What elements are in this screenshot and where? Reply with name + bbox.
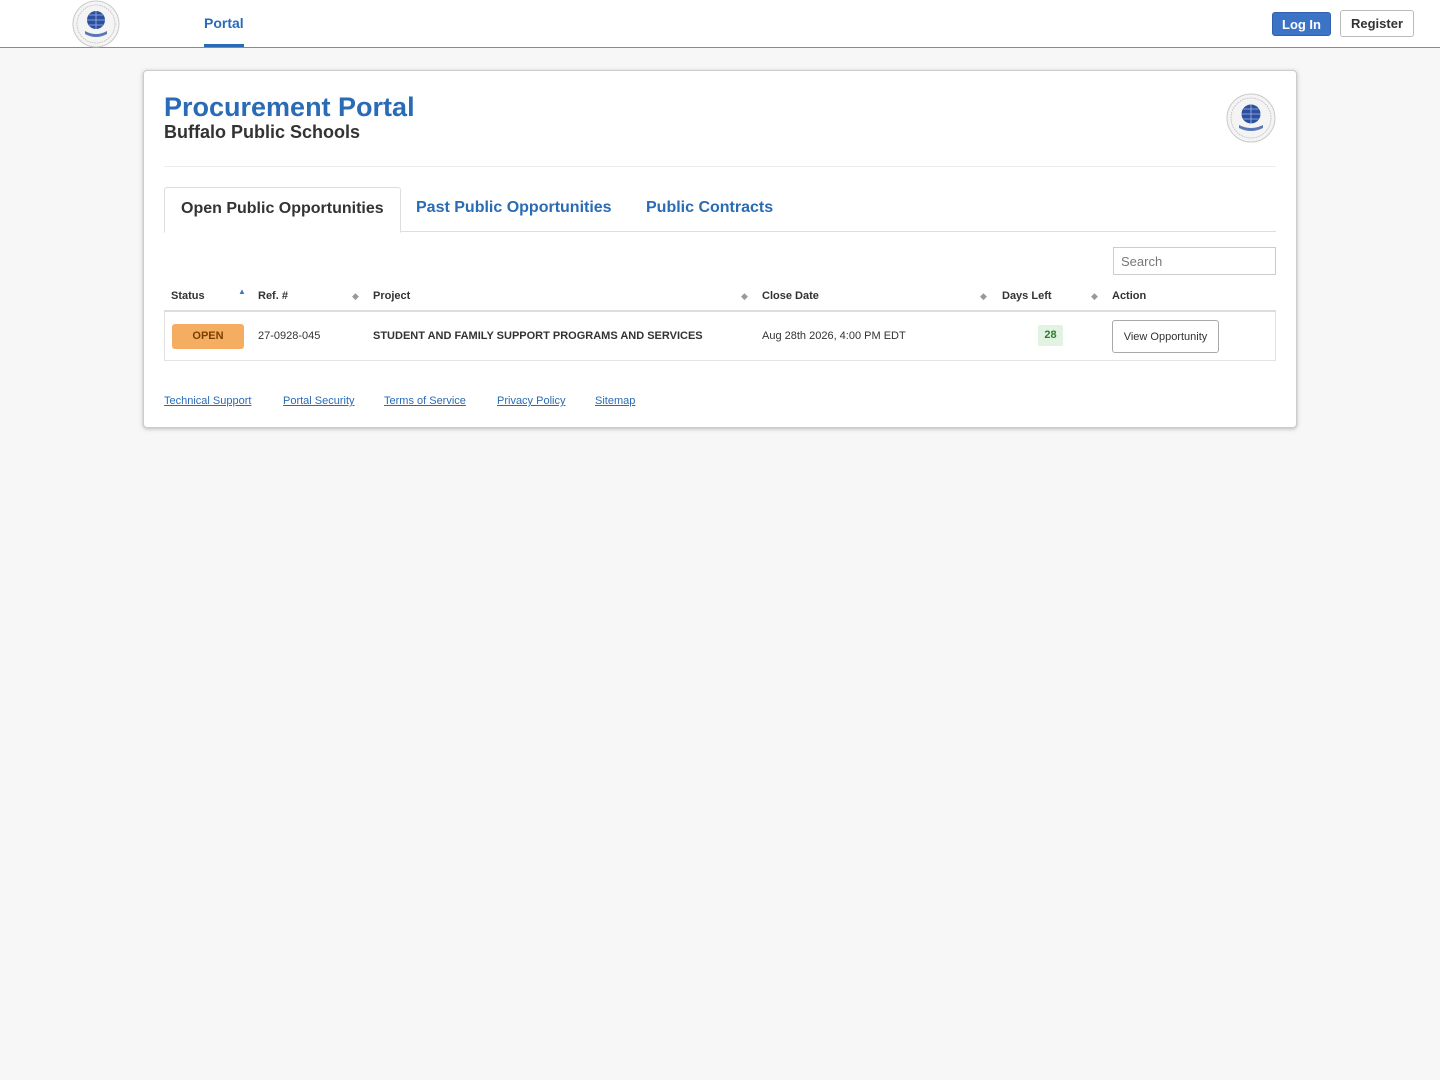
footer-link-terms-of-service[interactable]: Terms of Service [384, 395, 466, 407]
tab-past-public-opportunities[interactable]: Past Public Opportunities [400, 187, 628, 232]
footer-link-sitemap[interactable]: Sitemap [595, 395, 635, 407]
column-header-action: Action [1112, 290, 1147, 302]
tab-open-public-opportunities[interactable]: Open Public Opportunities [164, 187, 401, 233]
portal-card: Procurement Portal Buffalo Public School… [143, 70, 1297, 428]
header-divider [164, 166, 1276, 167]
column-header-status[interactable]: Status [171, 282, 205, 310]
search-input[interactable] [1113, 247, 1276, 275]
page-subtitle: Buffalo Public Schools [164, 122, 361, 142]
close-date: Aug 28th 2026, 4:00 PM EDT [762, 330, 906, 342]
opportunity-tabs: Open Public Opportunities Past Public Op… [164, 187, 1276, 233]
table-header: Status ▲ Ref. # ◆ Project ◆ Close Date ◆… [164, 282, 1276, 312]
footer-link-privacy-policy[interactable]: Privacy Policy [497, 395, 565, 407]
sort-both-icon[interactable]: ◆ [1091, 282, 1098, 310]
district-seal-icon [1226, 93, 1276, 143]
column-header-days-left[interactable]: Days Left [1002, 282, 1052, 310]
project-name: STUDENT AND FAMILY SUPPORT PROGRAMS AND … [373, 330, 703, 342]
column-header-ref[interactable]: Ref. # [258, 282, 288, 310]
status-badge: OPEN [172, 324, 244, 349]
ref-number: 27-0928-045 [258, 330, 321, 342]
page-title: Procurement Portal [164, 92, 415, 122]
login-button[interactable]: Log In [1272, 12, 1331, 36]
column-header-project[interactable]: Project [373, 282, 410, 310]
sort-ascending-icon[interactable]: ▲ [238, 282, 246, 310]
view-opportunity-button[interactable]: View Opportunity [1112, 320, 1219, 353]
footer-link-portal-security[interactable]: Portal Security [283, 395, 355, 407]
column-header-close-date[interactable]: Close Date [762, 282, 819, 310]
register-button[interactable]: Register [1340, 10, 1414, 37]
tab-public-contracts[interactable]: Public Contracts [630, 187, 789, 232]
sort-both-icon[interactable]: ◆ [352, 282, 359, 310]
days-left-badge: 28 [1038, 325, 1063, 346]
footer-link-technical-support[interactable]: Technical Support [164, 395, 251, 407]
nav-portal-link[interactable]: Portal [204, 0, 244, 47]
opportunities-table: Status ▲ Ref. # ◆ Project ◆ Close Date ◆… [164, 282, 1276, 361]
top-navbar: Portal Log In Register [0, 0, 1440, 48]
table-row: OPEN 27-0928-045 STUDENT AND FAMILY SUPP… [164, 312, 1276, 361]
sort-both-icon[interactable]: ◆ [980, 282, 987, 310]
sort-both-icon[interactable]: ◆ [741, 282, 748, 310]
district-seal-icon[interactable] [72, 0, 120, 48]
